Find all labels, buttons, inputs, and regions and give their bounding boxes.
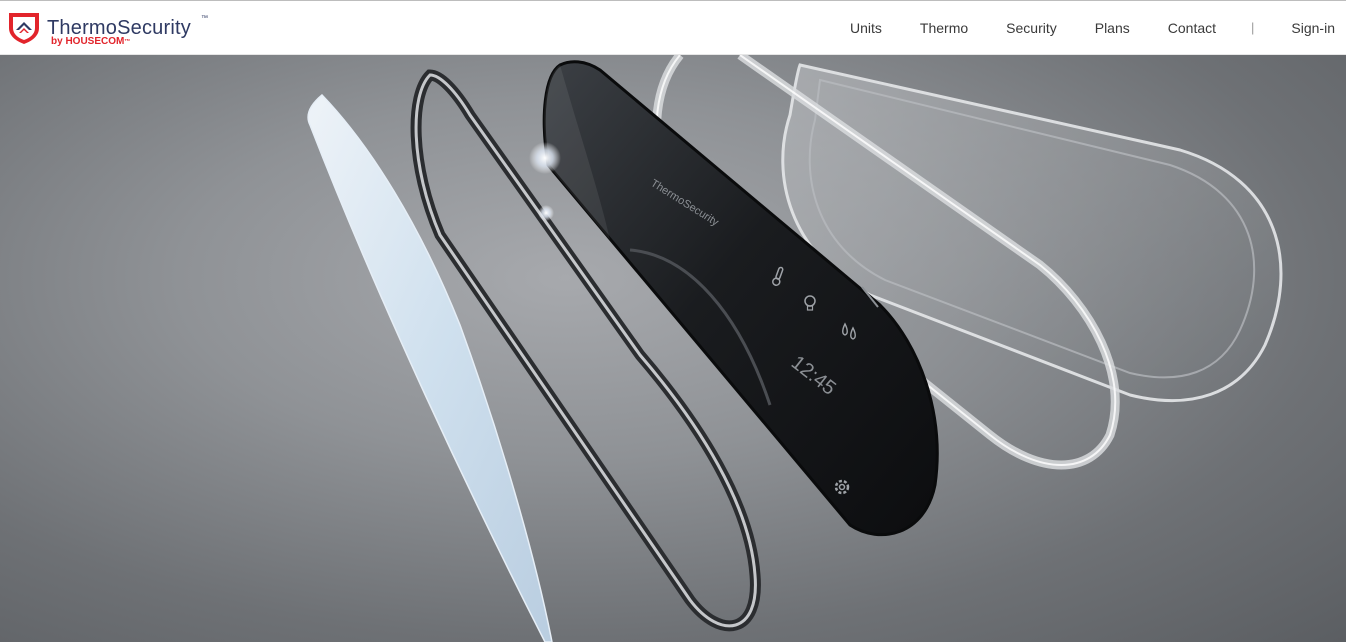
brand-logo[interactable]: ThermoSecurity ™ by HOUSECOM™: [6, 10, 216, 50]
brand-trademark: ™: [201, 15, 208, 22]
brand-byline-text: by HOUSECOM: [51, 36, 125, 47]
main-nav: Units Thermo Security Plans Contact | Si…: [850, 19, 1335, 37]
navbar: ThermoSecurity ™ by HOUSECOM™ Units Ther…: [0, 1, 1346, 55]
light-glint-large: [529, 142, 561, 174]
nav-link-security[interactable]: Security: [1006, 19, 1057, 37]
exploded-device-illustration: ThermoSecurity 12:45: [307, 55, 1283, 642]
nav-link-plans[interactable]: Plans: [1095, 19, 1130, 37]
brand-name: ThermoSecurity: [47, 17, 191, 39]
signin-link[interactable]: Sign-in: [1291, 19, 1335, 37]
light-glint-small: [538, 205, 554, 221]
shield-logo-icon: [9, 13, 39, 44]
nav-link-contact[interactable]: Contact: [1168, 19, 1216, 37]
nav-link-units[interactable]: Units: [850, 19, 882, 37]
nav-link-thermo[interactable]: Thermo: [920, 19, 968, 37]
brand-byline-trademark: ™: [124, 39, 131, 45]
brand-byline: by HOUSECOM™: [51, 37, 130, 47]
nav-separator: |: [1251, 20, 1255, 35]
hero-banner: ThermoSecurity 12:45: [0, 55, 1346, 642]
